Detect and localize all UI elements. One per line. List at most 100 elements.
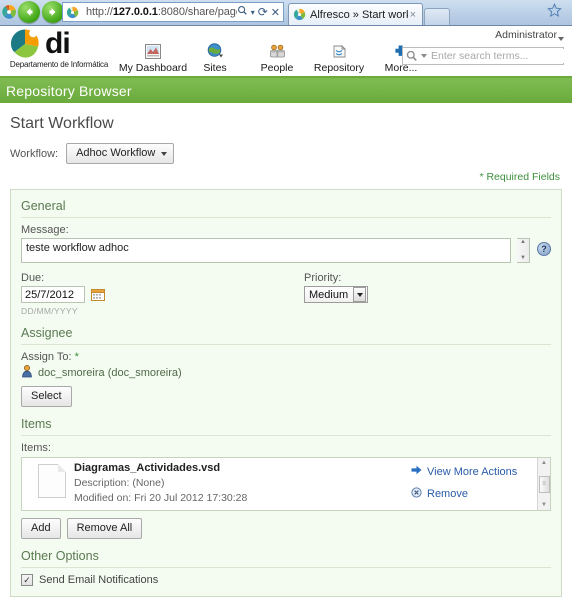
assign-to-label: Assign To: * [21,351,551,363]
select-assignee-button[interactable]: Select [21,386,72,407]
calendar-icon[interactable] [91,288,105,301]
message-scrollbar[interactable]: ▲ ▼ [517,238,530,263]
due-priority-row: Due: 25/7/2012 DD/MM/YYYY Priority: Medi… [21,272,551,316]
tab-favicon [293,8,306,21]
nav-item-repository[interactable]: Repository [308,42,370,74]
workflow-label: Workflow: [10,147,59,160]
user-menu[interactable]: Administrator [495,29,564,41]
page-title: Start Workflow [10,115,114,132]
checkbox-icon[interactable]: ✓ [21,574,33,586]
chevron-down-icon[interactable]: ▾ [251,8,255,17]
search-icon[interactable] [403,50,420,62]
back-arrow-icon[interactable] [18,1,40,23]
items-buttons: Add Remove All [21,518,551,539]
required-fields-note: * Required Fields [10,168,562,189]
browser-app-icon [1,4,17,20]
assignee-row: doc_smoreira (doc_smoreira) [21,365,551,381]
main-nav: My Dashboard Sites People Repository Mor… [118,42,432,74]
brand-tagline: Departamento de Informática [9,60,109,69]
item-description: Description: (None) [74,477,165,489]
chevron-down-icon[interactable] [353,287,367,302]
browser-chrome: http://127.0.0.1:8080/share/page/start-w… [0,0,572,26]
refresh-icon[interactable]: ⟳ [258,5,268,19]
section-assignee-title: Assignee [21,326,551,345]
url-text[interactable]: http://127.0.0.1:8080/share/page/start-w… [86,6,237,18]
scroll-down-icon[interactable]: ▼ [520,255,526,262]
chevron-down-icon [161,151,168,156]
start-workflow-form: General Message: ▲ ▼ ? Due: [10,189,562,597]
brand-logo[interactable]: di Departamento de Informática [4,27,114,70]
due-label: Due: [21,272,45,284]
search-box[interactable] [402,47,566,65]
brand-row: di [4,27,114,61]
nav-label: My Dashboard [118,62,188,74]
browser-tab-alfresco[interactable]: Alfresco » Start workflow × [288,3,423,25]
page-content: Start Workflow Workflow: Adhoc Workflow … [0,103,572,601]
tab-strip: Alfresco » Start workflow × [288,0,450,25]
tab-title: Alfresco » Start workflow [310,8,408,21]
workflow-dropdown-value: Adhoc Workflow [76,147,156,159]
site-favicon [66,6,82,19]
user-menu-label: Administrator [495,29,557,41]
section-other-options-title: Other Options [21,549,551,568]
remove-circle-icon [411,487,422,501]
item-actions: View More Actions Remove [411,462,531,506]
workflow-dropdown-button[interactable]: Adhoc Workflow [66,143,175,164]
search-input[interactable] [431,49,566,63]
item-modified: Modified on: Fri 20 Jul 2012 17:30:28 [74,492,248,504]
new-tab-button[interactable] [424,8,450,25]
chevron-down-icon[interactable] [421,54,427,58]
url-host: 127.0.0.1 [112,6,158,18]
forward-arrow-icon[interactable] [42,1,64,23]
add-item-button[interactable]: Add [21,518,61,539]
table-row[interactable]: Diagramas_Actividades.vsd Description: (… [22,458,537,510]
remove-all-button[interactable]: Remove All [66,518,143,539]
scroll-down-icon[interactable]: ▼ [541,500,547,510]
due-date-input[interactable] [21,286,85,303]
required-star: * [74,351,79,363]
arrow-right-icon [411,465,422,478]
scroll-up-icon[interactable]: ▲ [520,239,526,246]
star-icon[interactable] [547,3,562,22]
remove-item-button[interactable]: Remove [411,487,531,501]
remove-item-label: Remove [427,488,468,500]
item-name: Diagramas_Actividades.vsd [74,462,221,474]
send-email-notifications-row[interactable]: ✓ Send Email Notifications [21,574,551,586]
nav-item-my-dashboard[interactable]: My Dashboard [118,42,188,74]
items-list: Diagramas_Actividades.vsd Description: (… [21,457,551,511]
scroll-up-icon[interactable]: ▲ [541,458,547,468]
required-star: * [479,171,484,183]
search-dropdown-icon[interactable] [237,5,248,19]
repository-browser-bar: Repository Browser [0,78,572,103]
priority-select[interactable]: Medium [304,286,369,303]
nav-label: Sites [203,62,227,74]
message-textarea[interactable] [21,238,511,263]
brand-text: di [45,27,71,60]
nav-item-sites[interactable]: Sites [184,42,246,74]
help-icon[interactable]: ? [537,242,551,256]
assignee-name: doc_smoreira (doc_smoreira) [38,367,182,379]
nav-item-people[interactable]: People [246,42,308,74]
priority-label: Priority: [304,272,342,284]
stop-icon[interactable]: ✕ [271,6,280,19]
scrollbar-thumb[interactable]: ≡ [538,475,550,493]
section-general-title: General [21,199,551,218]
repository-icon [331,42,348,60]
items-scrollbar[interactable]: ▲ ≡ ▼ [537,458,550,510]
message-row: ▲ ▼ ? [21,238,551,263]
item-details: Diagramas_Actividades.vsd Description: (… [74,462,411,506]
due-date-hint: DD/MM/YYYY [21,306,78,316]
due-input-row [21,286,304,303]
form-footer-buttons: Start Workflow Cancel [10,597,562,601]
view-more-actions-label: View More Actions [427,465,518,478]
required-fields-label: Required Fields [486,171,560,183]
view-more-actions-button[interactable]: View More Actions [411,465,531,478]
send-email-notifications-label: Send Email Notifications [39,574,159,586]
url-bar-controls: ▾ ⟳ ✕ [237,5,280,19]
assign-to-text: Assign To: [21,351,72,363]
items-label: Items: [21,442,51,454]
user-avatar-icon [21,365,33,381]
url-bar[interactable]: http://127.0.0.1:8080/share/page/start-w… [62,2,284,22]
browser-nav-buttons [18,1,64,23]
close-icon[interactable]: × [408,9,418,21]
